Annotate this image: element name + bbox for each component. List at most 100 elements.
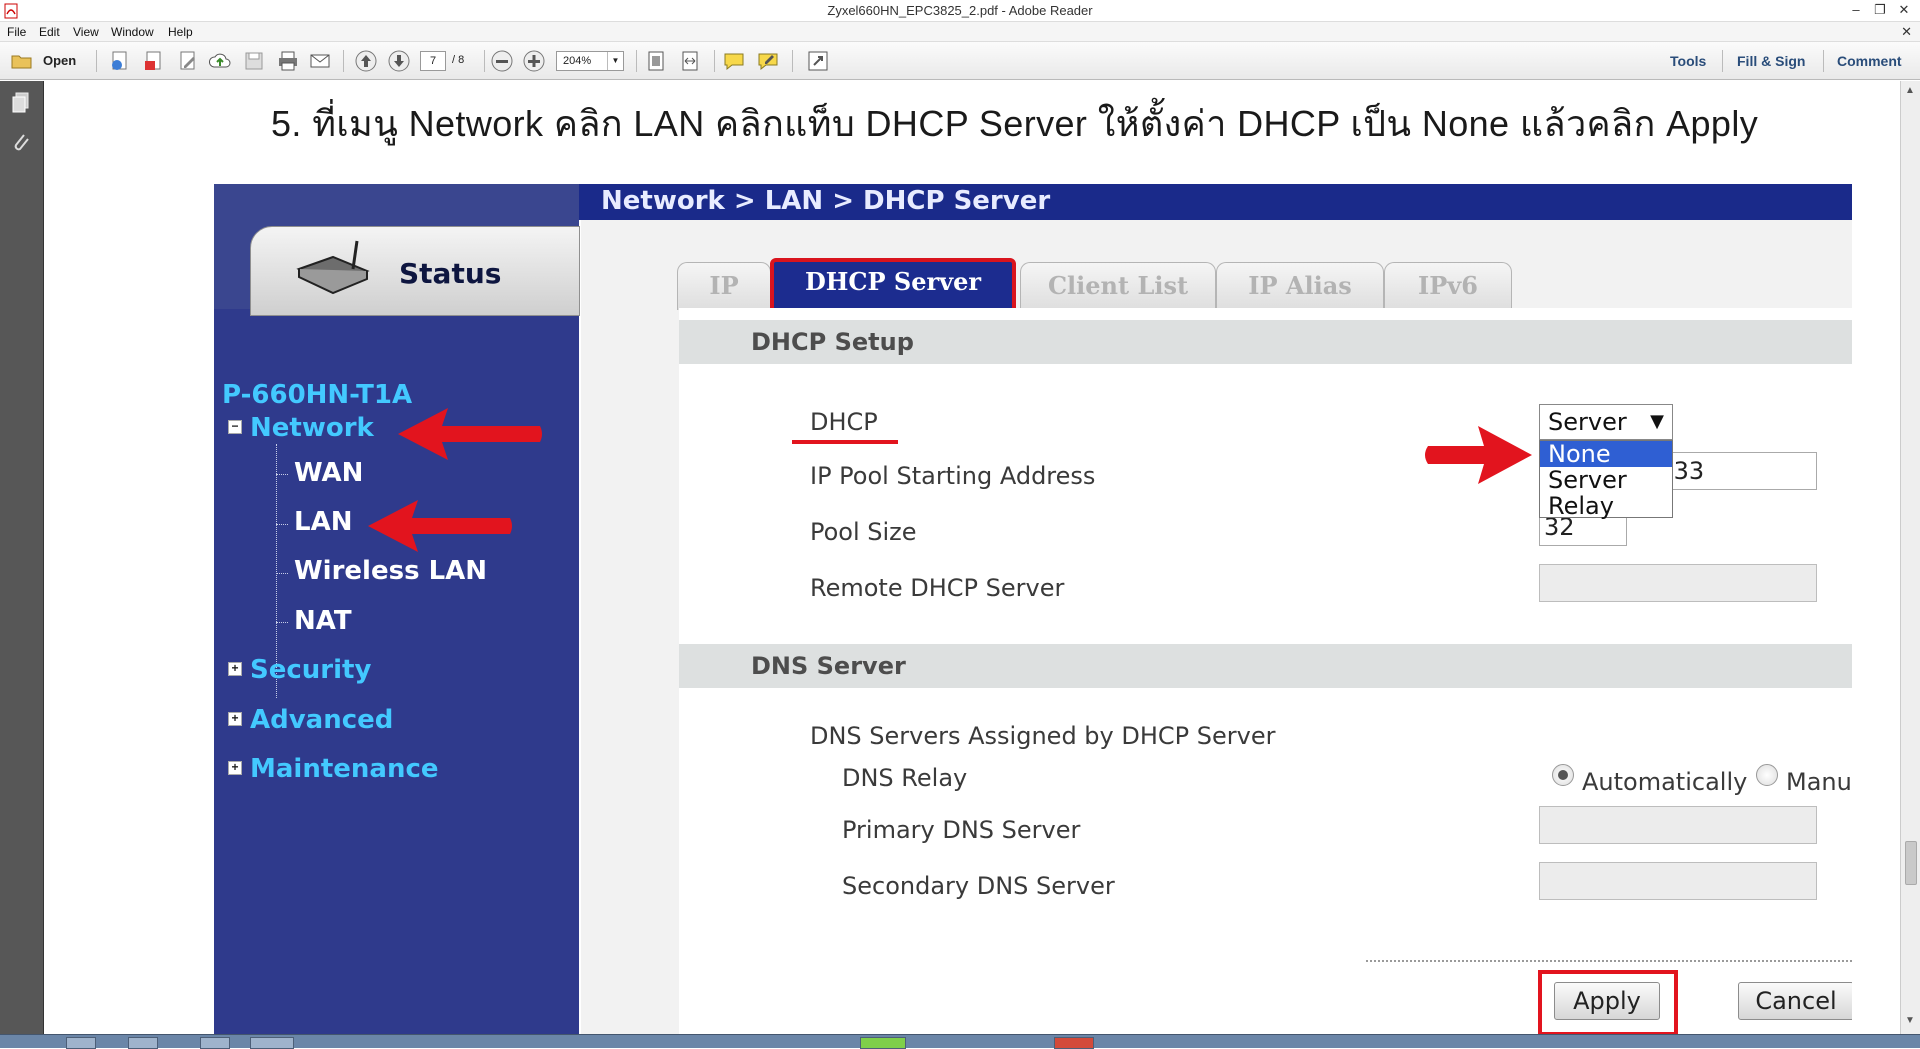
previous-page-icon[interactable] — [354, 49, 378, 73]
edit-pdf-icon[interactable] — [176, 49, 200, 73]
dhcp-mode-select[interactable]: Server ▼ — [1539, 404, 1673, 440]
cloud-upload-icon[interactable] — [208, 49, 232, 73]
highlight-icon[interactable] — [756, 49, 780, 73]
comment-pane-link[interactable]: Comment — [1837, 53, 1902, 69]
zoom-in-icon[interactable] — [522, 49, 546, 73]
expand-advanced-icon[interactable]: + — [228, 712, 242, 726]
annotation-arrow-network-icon — [398, 408, 542, 460]
apply-button[interactable]: Apply — [1554, 982, 1660, 1020]
expand-maintenance-icon[interactable]: + — [228, 761, 242, 775]
vertical-scrollbar[interactable]: ▲ ▼ — [1900, 81, 1920, 1034]
dhcp-option-none[interactable]: None — [1540, 441, 1672, 467]
next-page-icon[interactable] — [387, 49, 411, 73]
email-icon[interactable] — [308, 49, 332, 73]
page-number-input[interactable]: 7 — [420, 51, 446, 71]
zoom-out-icon[interactable] — [490, 49, 514, 73]
taskbar-app-icon[interactable] — [128, 1037, 158, 1049]
fill-sign-pane-link[interactable]: Fill & Sign — [1737, 53, 1805, 69]
scrollbar-thumb[interactable] — [1905, 841, 1917, 885]
nav-network[interactable]: Network — [250, 413, 374, 443]
primary-dns-field[interactable] — [1539, 806, 1817, 844]
router-device-icon — [296, 240, 370, 295]
zoom-level-select[interactable]: 204% ▼ — [556, 51, 624, 71]
taskbar-app-icon[interactable] — [66, 1037, 96, 1049]
close-window-button[interactable]: ✕ — [1894, 1, 1914, 19]
menu-edit[interactable]: Edit — [39, 25, 60, 39]
primary-dns-label: Primary DNS Server — [842, 816, 1081, 844]
dns-relay-manual-radio[interactable] — [1756, 764, 1778, 786]
remote-dhcp-field[interactable] — [1539, 564, 1817, 602]
open-folder-icon[interactable] — [10, 49, 34, 73]
print-icon[interactable] — [276, 49, 300, 73]
taskbar-app-icon[interactable] — [200, 1037, 230, 1049]
attachments-icon[interactable] — [10, 131, 32, 155]
tab-ip[interactable]: IP — [677, 262, 771, 310]
minimize-button[interactable]: – — [1846, 1, 1866, 19]
tab-ip-alias[interactable]: IP Alias — [1216, 262, 1384, 310]
convert-pdf-icon[interactable] — [142, 49, 166, 73]
tree-branch — [276, 474, 288, 475]
save-icon[interactable] — [242, 49, 266, 73]
nav-maintenance[interactable]: Maintenance — [250, 754, 439, 784]
nav-wan[interactable]: WAN — [294, 458, 363, 488]
nav-lan[interactable]: LAN — [294, 507, 352, 537]
chevron-down-icon[interactable]: ▼ — [607, 52, 623, 70]
nav-wireless-lan[interactable]: Wireless LAN — [294, 556, 487, 586]
expand-security-icon[interactable]: + — [228, 662, 242, 676]
nav-advanced[interactable]: Advanced — [250, 705, 393, 735]
nav-security[interactable]: Security — [250, 655, 371, 685]
menu-view[interactable]: View — [73, 25, 99, 39]
menu-file[interactable]: File — [7, 25, 26, 39]
toolbar-separator — [714, 50, 715, 72]
ip-pool-label: IP Pool Starting Address — [810, 462, 1096, 490]
dns-relay-auto-radio[interactable] — [1552, 764, 1574, 786]
nav-nat[interactable]: NAT — [294, 606, 352, 636]
router-sidebar: Status P-660HN-T1A − Network WAN LAN Wir… — [214, 184, 580, 1034]
secondary-dns-field[interactable] — [1539, 862, 1817, 900]
tab-ipv6[interactable]: IPv6 — [1384, 262, 1512, 310]
full-screen-icon[interactable] — [806, 49, 830, 73]
tools-pane-link[interactable]: Tools — [1670, 53, 1706, 69]
tab-client-list[interactable]: Client List — [1020, 262, 1216, 310]
scroll-down-icon[interactable]: ▼ — [1905, 1015, 1915, 1026]
toolbar-separator — [343, 50, 344, 72]
restore-button[interactable]: ❐ — [1870, 1, 1890, 19]
tab-dhcp-server[interactable]: DHCP Server — [770, 258, 1016, 312]
close-document-button[interactable]: ✕ — [1901, 24, 1912, 40]
taskbar-app-icon[interactable] — [860, 1037, 906, 1049]
dns-assigned-label: DNS Servers Assigned by DHCP Server — [810, 722, 1276, 750]
sticky-note-icon[interactable] — [722, 49, 746, 73]
collapse-network-icon[interactable]: − — [228, 420, 242, 434]
dhcp-option-relay[interactable]: Relay — [1540, 493, 1672, 519]
tree-branch — [276, 622, 288, 623]
scroll-up-icon[interactable]: ▲ — [1905, 85, 1915, 96]
navigation-panel — [0, 81, 44, 1034]
toolbar-separator — [636, 50, 637, 72]
router-breadcrumb-bar: Network > LAN > DHCP Server — [579, 184, 1852, 220]
annotation-arrow-lan-icon — [368, 500, 512, 552]
dhcp-mode-value: Server — [1548, 408, 1627, 436]
button-row-divider — [1366, 960, 1852, 962]
document-page: 5. ที่เมนู Network คลิก LAN คลิกแท็บ DHC… — [45, 81, 1900, 1034]
dhcp-option-server[interactable]: Server — [1540, 467, 1672, 493]
open-button[interactable]: Open — [43, 53, 76, 68]
fit-page-icon[interactable] — [644, 49, 668, 73]
fit-width-icon[interactable] — [678, 49, 702, 73]
router-breadcrumb: Network > LAN > DHCP Server — [601, 186, 1051, 216]
menu-help[interactable]: Help — [168, 25, 193, 39]
dhcp-mode-dropdown: None Server Relay — [1539, 440, 1673, 519]
taskbar-app-icon[interactable] — [250, 1037, 294, 1049]
dropdown-arrow-icon[interactable]: ▼ — [1650, 405, 1664, 439]
tree-branch — [276, 524, 288, 525]
taskbar-app-icon[interactable] — [1054, 1037, 1094, 1049]
section-dns-server: DNS Server — [679, 644, 1852, 688]
instruction-step: 5. ที่เมนู Network คลิก LAN คลิกแท็บ DHC… — [271, 103, 1759, 144]
toolbar-separator — [1722, 50, 1723, 72]
dhcp-label: DHCP — [810, 408, 878, 436]
secondary-dns-label: Secondary DNS Server — [842, 872, 1115, 900]
cancel-button[interactable]: Cancel — [1738, 982, 1852, 1020]
router-model: P-660HN-T1A — [222, 380, 413, 410]
page-thumbnails-icon[interactable] — [10, 91, 32, 115]
create-pdf-icon[interactable] — [108, 49, 132, 73]
menu-window[interactable]: Window — [111, 25, 154, 39]
